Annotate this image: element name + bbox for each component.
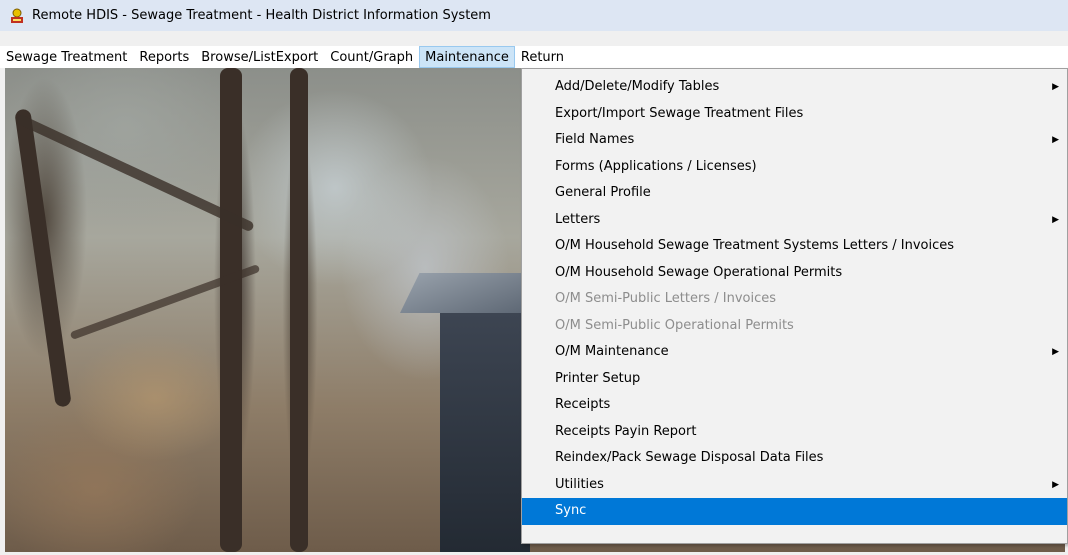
menu-item-label: Utilities xyxy=(555,476,604,492)
app-logo-icon xyxy=(8,7,26,25)
menu-item-om-maintenance[interactable]: O/M Maintenance ▶ xyxy=(522,339,1067,366)
menu-item-label: Letters xyxy=(555,211,601,227)
app-window: Remote HDIS - Sewage Treatment - Health … xyxy=(0,0,1068,555)
menu-item-label: Receipts Payin Report xyxy=(555,423,697,439)
menu-item-receipts-payin-report[interactable]: Receipts Payin Report xyxy=(522,419,1067,446)
submenu-arrow-icon: ▶ xyxy=(1052,82,1059,92)
menu-item-label: O/M Household Sewage Operational Permits xyxy=(555,264,843,280)
menu-item-label: Export/Import Sewage Treatment Files xyxy=(555,105,804,121)
menu-count-graph[interactable]: Count/Graph xyxy=(324,46,419,68)
menu-item-field-names[interactable]: Field Names ▶ xyxy=(522,127,1067,154)
menu-item-reindex-pack[interactable]: Reindex/Pack Sewage Disposal Data Files xyxy=(522,445,1067,472)
submenu-arrow-icon: ▶ xyxy=(1052,479,1059,490)
menu-item-label: O/M Semi-Public Operational Permits xyxy=(555,317,794,333)
menu-item-label: O/M Maintenance xyxy=(555,344,669,359)
menu-item-label: Reindex/Pack Sewage Disposal Data Files xyxy=(555,450,824,465)
menu-item-label: O/M Household Sewage Treatment Systems L… xyxy=(555,238,955,253)
submenu-arrow-icon: ▶ xyxy=(1052,347,1059,357)
menu-item-receipts[interactable]: Receipts xyxy=(522,392,1067,419)
window-title: Remote HDIS - Sewage Treatment - Health … xyxy=(32,8,491,23)
menu-item-utilities[interactable]: Utilities ▶ xyxy=(522,472,1067,499)
menu-item-om-semi-public-permits: O/M Semi-Public Operational Permits xyxy=(522,313,1067,340)
menu-item-sync[interactable]: Sync xyxy=(522,498,1067,525)
menu-item-label: General Profile xyxy=(555,185,651,200)
menu-bar: Sewage Treatment Reports Browse/ListExpo… xyxy=(0,31,1068,68)
menu-item-label: Add/Delete/Modify Tables xyxy=(555,79,720,94)
menu-item-label: Field Names xyxy=(555,132,635,147)
menu-sewage-treatment[interactable]: Sewage Treatment xyxy=(0,46,133,68)
menu-item-om-household-permits[interactable]: O/M Household Sewage Operational Permits xyxy=(522,260,1067,287)
maintenance-dropdown-menu: Add/Delete/Modify Tables ▶ Export/Import… xyxy=(521,68,1068,544)
title-bar[interactable]: Remote HDIS - Sewage Treatment - Health … xyxy=(0,0,1068,31)
menu-return[interactable]: Return xyxy=(515,46,570,68)
menu-item-label: Forms (Applications / Licenses) xyxy=(555,158,757,174)
menu-item-om-semi-public-letters: O/M Semi-Public Letters / Invoices xyxy=(522,286,1067,313)
menu-item-add-delete-modify-tables[interactable]: Add/Delete/Modify Tables ▶ xyxy=(522,74,1067,101)
menu-browse-listexport[interactable]: Browse/ListExport xyxy=(195,46,324,68)
menu-item-forms[interactable]: Forms (Applications / Licenses) xyxy=(522,154,1067,181)
menu-item-label: Receipts xyxy=(555,397,611,412)
menu-reports[interactable]: Reports xyxy=(133,46,195,68)
menu-item-label: O/M Semi-Public Letters / Invoices xyxy=(555,291,776,306)
menu-item-label: Printer Setup xyxy=(555,370,641,386)
menu-maintenance[interactable]: Maintenance xyxy=(419,46,515,68)
menu-item-printer-setup[interactable]: Printer Setup xyxy=(522,366,1067,393)
submenu-arrow-icon: ▶ xyxy=(1052,214,1059,225)
menu-item-letters[interactable]: Letters ▶ xyxy=(522,207,1067,234)
menu-item-om-household-letters[interactable]: O/M Household Sewage Treatment Systems L… xyxy=(522,233,1067,260)
menu-item-export-import[interactable]: Export/Import Sewage Treatment Files xyxy=(522,101,1067,128)
menu-item-label: Sync xyxy=(555,503,587,518)
menu-item-general-profile[interactable]: General Profile xyxy=(522,180,1067,207)
submenu-arrow-icon: ▶ xyxy=(1052,135,1059,145)
